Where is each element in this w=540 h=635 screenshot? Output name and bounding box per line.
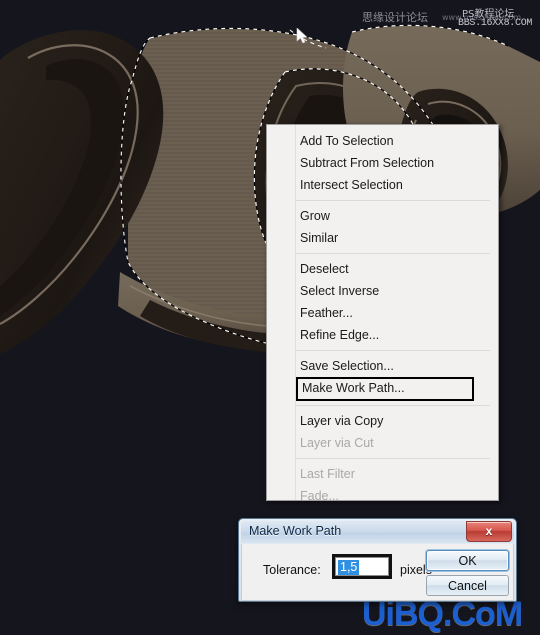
menu-item-refine-edge[interactable]: Refine Edge... — [267, 324, 498, 346]
dialog-body: Tolerance: 1,5 pixels OK Cancel — [241, 544, 514, 601]
tolerance-input[interactable]: 1,5 — [335, 557, 389, 576]
watermark-cn-left: 思缘设计论坛 — [362, 11, 428, 24]
ok-button[interactable]: OK — [426, 550, 509, 571]
tolerance-value: 1,5 — [338, 560, 360, 575]
watermark-bbs: BBS.16XX8.COM — [458, 18, 533, 29]
menu-item-fade: Fade... — [300, 489, 339, 503]
dialog-title-bar[interactable]: Make Work Path x — [241, 521, 514, 543]
menu-item-layer-via-cut: Layer via Cut — [300, 436, 374, 450]
menu-item-grow[interactable]: Grow — [267, 205, 498, 227]
menu-item-add-to-selection[interactable]: Add To Selection — [267, 130, 498, 152]
menu-separator — [296, 350, 490, 351]
menu-item-last-filter: Last Filter — [300, 467, 355, 481]
menu-items-list: Add To Selection Subtract From Selection… — [267, 125, 498, 511]
selection-context-menu[interactable]: Add To Selection Subtract From Selection… — [266, 124, 499, 503]
arrow-cursor — [296, 28, 308, 44]
menu-separator — [296, 405, 490, 406]
make-work-path-dialog: Make Work Path x Tolerance: 1,5 pixels O… — [238, 518, 517, 602]
menu-separator — [296, 200, 490, 201]
menu-item-feather[interactable]: Feather... — [267, 302, 498, 324]
menu-item-deselect[interactable]: Deselect — [267, 258, 498, 280]
screenshot-root: 思缘设计论坛 www.missyuan.com PS教程论坛 BBS.16XX8… — [0, 0, 540, 635]
menu-item-save-selection[interactable]: Save Selection... — [267, 355, 498, 377]
menu-item-layer-via-copy[interactable]: Layer via Copy — [267, 410, 498, 432]
close-glyph: x — [485, 524, 493, 538]
menu-separator — [296, 253, 490, 254]
menu-separator — [296, 458, 490, 459]
menu-item-select-inverse[interactable]: Select Inverse — [267, 280, 498, 302]
cancel-button[interactable]: Cancel — [426, 575, 509, 596]
close-icon[interactable]: x — [466, 521, 512, 542]
tolerance-label: Tolerance: — [263, 563, 321, 577]
menu-item-subtract-from-selection[interactable]: Subtract From Selection — [267, 152, 498, 174]
dialog-title: Make Work Path — [249, 524, 342, 538]
menu-item-make-work-path[interactable]: Make Work Path... — [296, 377, 474, 401]
menu-item-intersect-selection[interactable]: Intersect Selection — [267, 174, 498, 196]
tolerance-input-focus-ring: 1,5 — [332, 554, 392, 579]
menu-item-similar[interactable]: Similar — [267, 227, 498, 249]
